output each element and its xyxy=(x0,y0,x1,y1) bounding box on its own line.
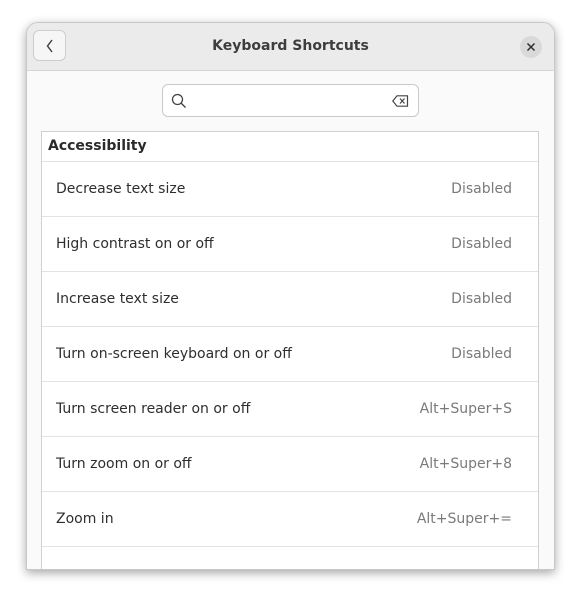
shortcut-row[interactable]: Zoom in Alt+Super+= xyxy=(42,492,538,547)
shortcut-label: Decrease text size xyxy=(56,181,186,197)
section-header-accessibility: Accessibility xyxy=(42,132,538,162)
shortcut-accelerator: Disabled xyxy=(451,236,512,252)
shortcuts-list: Accessibility Decrease text size Disabled… xyxy=(41,131,539,569)
shortcut-row[interactable]: Turn screen reader on or off Alt+Super+S xyxy=(42,382,538,437)
shortcut-label: Turn zoom on or off xyxy=(56,456,192,472)
shortcut-accelerator: Alt+Super+= xyxy=(416,511,512,527)
shortcut-accelerator: Disabled xyxy=(451,346,512,362)
shortcut-label: Turn screen reader on or off xyxy=(56,401,251,417)
keyboard-shortcuts-window: Keyboard Shortcuts Accessibility Decreas… xyxy=(26,22,555,570)
search-field[interactable] xyxy=(162,84,419,117)
shortcut-row[interactable]: Turn on-screen keyboard on or off Disable… xyxy=(42,327,538,382)
shortcut-label: High contrast on or off xyxy=(56,236,214,252)
close-icon xyxy=(526,42,536,52)
window-title: Keyboard Shortcuts xyxy=(212,38,369,54)
shortcut-row-partial[interactable] xyxy=(42,547,538,569)
shortcut-accelerator: Alt+Super+S xyxy=(419,401,512,417)
backspace-clear-icon[interactable] xyxy=(392,95,409,107)
shortcut-row[interactable]: Increase text size Disabled xyxy=(42,272,538,327)
search-icon xyxy=(171,93,186,108)
shortcut-row[interactable]: Turn zoom on or off Alt+Super+8 xyxy=(42,437,538,492)
close-button[interactable] xyxy=(520,36,542,58)
shortcut-row[interactable]: High contrast on or off Disabled xyxy=(42,217,538,272)
header-bar: Keyboard Shortcuts xyxy=(27,23,554,71)
back-button[interactable] xyxy=(33,30,66,61)
shortcut-label: Zoom in xyxy=(56,511,114,527)
shortcut-accelerator: Disabled xyxy=(451,291,512,307)
shortcut-label: Turn on-screen keyboard on or off xyxy=(56,346,292,362)
shortcut-row[interactable]: Decrease text size Disabled xyxy=(42,162,538,217)
search-input[interactable] xyxy=(193,89,383,113)
shortcut-label: Increase text size xyxy=(56,291,179,307)
chevron-left-icon xyxy=(46,39,53,52)
shortcut-accelerator: Disabled xyxy=(451,181,512,197)
shortcut-accelerator: Alt+Super+8 xyxy=(419,456,512,472)
